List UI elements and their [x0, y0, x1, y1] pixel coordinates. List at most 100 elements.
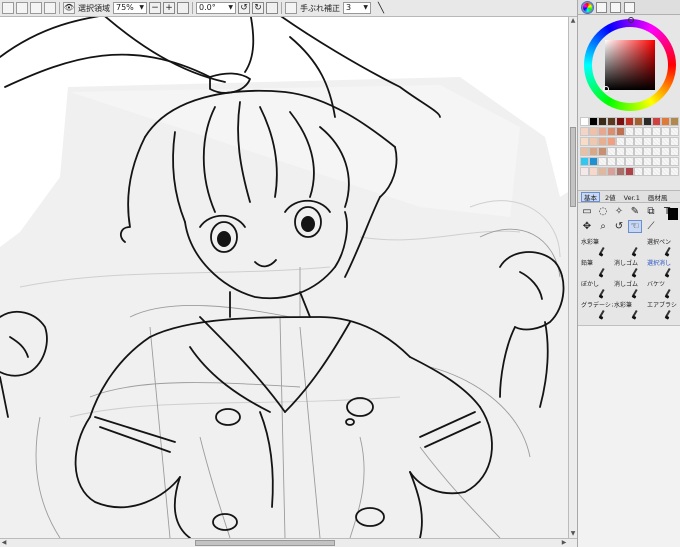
- swatch-icon[interactable]: [624, 1, 635, 13]
- color-swatch[interactable]: [616, 157, 625, 166]
- color-swatch[interactable]: [598, 167, 607, 176]
- color-swatch[interactable]: [661, 167, 670, 176]
- brush-slot[interactable]: 選択消し: [646, 259, 679, 280]
- color-swatch[interactable]: [580, 117, 589, 126]
- color-swatch[interactable]: [625, 147, 634, 156]
- drawing-canvas[interactable]: [0, 17, 568, 538]
- color-swatch[interactable]: [625, 137, 634, 146]
- color-swatch[interactable]: [661, 137, 670, 146]
- select-pen-icon[interactable]: ✎: [628, 205, 642, 218]
- rotation-select[interactable]: 0.0° ▼: [196, 2, 236, 14]
- color-swatch[interactable]: [652, 157, 661, 166]
- color-swatch[interactable]: [625, 167, 634, 176]
- color-swatch[interactable]: [670, 137, 679, 146]
- color-swatch[interactable]: [643, 117, 652, 126]
- tool-set-tab[interactable]: 基本: [581, 191, 600, 202]
- brush-slot[interactable]: 水彩筆: [613, 301, 646, 322]
- lasso-select-icon[interactable]: ◌: [596, 205, 610, 218]
- color-swatch[interactable]: [598, 127, 607, 136]
- color-swatch[interactable]: [580, 167, 589, 176]
- color-swatch[interactable]: [625, 157, 634, 166]
- color-swatch[interactable]: [652, 117, 661, 126]
- color-swatch[interactable]: [589, 137, 598, 146]
- color-swatch[interactable]: [643, 127, 652, 136]
- color-swatch[interactable]: [598, 117, 607, 126]
- color-swatch[interactable]: [607, 147, 616, 156]
- color-swatch[interactable]: [643, 147, 652, 156]
- color-swatch[interactable]: [661, 147, 670, 156]
- color-swatch[interactable]: [670, 157, 679, 166]
- color-swatch[interactable]: [589, 147, 598, 156]
- color-swatch[interactable]: [670, 127, 679, 136]
- horizontal-scroll-thumb[interactable]: [195, 540, 335, 546]
- color-swatch[interactable]: [607, 117, 616, 126]
- brush-slot[interactable]: エアブラシ: [646, 301, 679, 322]
- zoom-icon[interactable]: ⌕: [596, 220, 610, 233]
- color-swatch[interactable]: [670, 147, 679, 156]
- open-button[interactable]: [16, 2, 28, 14]
- color-swatch[interactable]: [643, 137, 652, 146]
- color-swatch[interactable]: [634, 127, 643, 136]
- color-swatch[interactable]: [643, 157, 652, 166]
- scroll-up-icon[interactable]: ▲: [569, 17, 577, 25]
- zoom-reset-button[interactable]: [177, 2, 189, 14]
- zoom-in-button[interactable]: +: [163, 2, 175, 14]
- zoom-out-button[interactable]: −: [149, 2, 161, 14]
- scroll-right-icon[interactable]: ▶: [560, 539, 568, 547]
- color-swatch[interactable]: [598, 157, 607, 166]
- color-swatch[interactable]: [670, 117, 679, 126]
- brush-slot[interactable]: 消しゴム: [613, 259, 646, 280]
- eyedropper-icon[interactable]: ⟋: [644, 220, 658, 233]
- new-canvas-button[interactable]: [2, 2, 14, 14]
- color-swatch[interactable]: [580, 147, 589, 156]
- color-swatch[interactable]: [616, 167, 625, 176]
- vertical-scrollbar[interactable]: ▲ ▼: [568, 17, 577, 538]
- color-swatch[interactable]: [634, 147, 643, 156]
- color-swatch[interactable]: [625, 117, 634, 126]
- hand-icon[interactable]: ☜: [628, 220, 642, 233]
- color-swatch[interactable]: [643, 167, 652, 176]
- magic-wand-icon[interactable]: ✧: [612, 205, 626, 218]
- hsv-slider-icon[interactable]: [610, 1, 621, 13]
- color-swatch[interactable]: [661, 127, 670, 136]
- brush-slot[interactable]: 鉛筆: [580, 259, 613, 280]
- canvas-area[interactable]: ▲ ▼ ◀ ▶: [0, 17, 577, 547]
- color-swatch[interactable]: [607, 127, 616, 136]
- color-swatch[interactable]: [634, 117, 643, 126]
- color-swatch[interactable]: [589, 127, 598, 136]
- color-swatch[interactable]: [652, 127, 661, 136]
- move-icon[interactable]: ✥: [580, 220, 594, 233]
- layer-select-icon[interactable]: ⧉: [644, 205, 658, 218]
- rotate-ccw-button[interactable]: ↺: [238, 2, 250, 14]
- color-swatch[interactable]: [607, 167, 616, 176]
- tool-set-tab[interactable]: 2値: [602, 192, 619, 202]
- brush-slot[interactable]: [613, 238, 646, 259]
- color-swatch[interactable]: [661, 117, 670, 126]
- color-swatch[interactable]: [607, 157, 616, 166]
- undo-button[interactable]: [44, 2, 56, 14]
- color-swatch[interactable]: [661, 157, 670, 166]
- color-swatch[interactable]: [616, 147, 625, 156]
- brush-slot[interactable]: 消しゴム: [613, 280, 646, 301]
- color-swatch[interactable]: [580, 127, 589, 136]
- color-swatch[interactable]: [634, 157, 643, 166]
- brush-slot[interactable]: ぼかし: [580, 280, 613, 301]
- tool-set-tab[interactable]: 画材風: [645, 192, 671, 202]
- scroll-down-icon[interactable]: ▼: [569, 530, 577, 538]
- color-swatch[interactable]: [634, 137, 643, 146]
- brush-slot[interactable]: グラデーション: [580, 301, 613, 322]
- save-button[interactable]: [30, 2, 42, 14]
- brush-slot[interactable]: 水彩筆: [580, 238, 613, 259]
- color-swatch[interactable]: [598, 137, 607, 146]
- color-swatch[interactable]: [625, 127, 634, 136]
- brush-slot[interactable]: 選択ペン: [646, 238, 679, 259]
- rgb-slider-icon[interactable]: [596, 1, 607, 13]
- color-swatch[interactable]: [616, 127, 625, 136]
- color-swatch[interactable]: [652, 147, 661, 156]
- rotate-view-icon[interactable]: ↺: [612, 220, 626, 233]
- zoom-select[interactable]: 75% ▼: [113, 2, 147, 14]
- vertical-scroll-thumb[interactable]: [570, 127, 576, 207]
- stabilizer-select[interactable]: 3 ▼: [343, 2, 371, 14]
- color-swatch[interactable]: [616, 117, 625, 126]
- color-swatch[interactable]: [589, 117, 598, 126]
